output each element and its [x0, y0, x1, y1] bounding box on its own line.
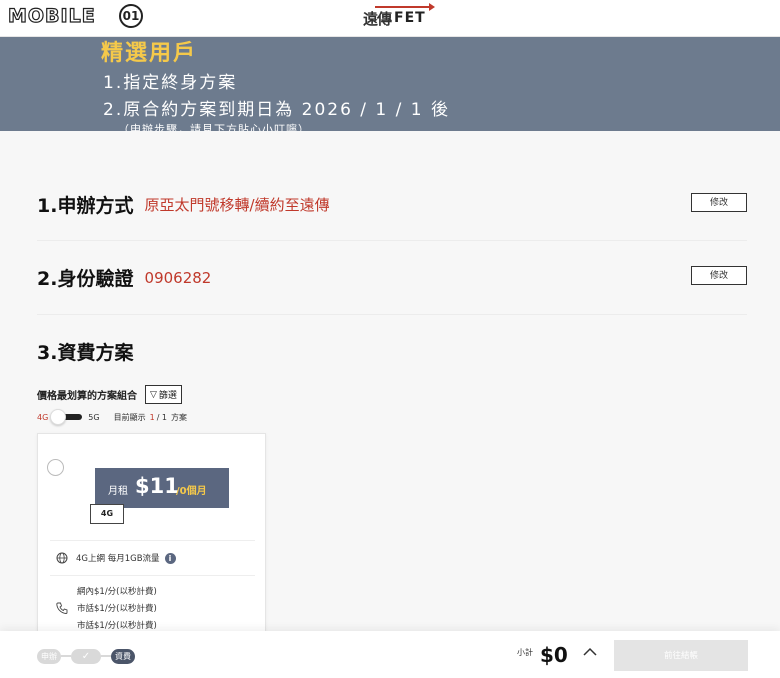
phone-icon	[56, 602, 68, 617]
step-2-value: 0906282	[144, 268, 212, 287]
filter-button-label: 篩選	[158, 389, 177, 400]
data-feature-text: 4G上網 每月1GB流量	[76, 554, 160, 564]
banner-title: 精選用戶	[101, 41, 198, 66]
toggle-4g-label: 4G	[37, 412, 49, 422]
progress-step-apply: 申辦	[37, 648, 61, 664]
network-tag: 4G	[90, 504, 124, 524]
price-period: /0個月	[176, 486, 207, 497]
toggle-knob[interactable]	[50, 409, 67, 425]
progress-step-plan: 資費	[111, 648, 135, 664]
check-icon: ✓	[71, 648, 101, 664]
step-1-title: 1.申辦方式	[37, 195, 134, 217]
step-3-title: 3.資費方案	[37, 342, 134, 364]
network-toggle-row: 4G 5G 目前顯示 1 / 1 方案	[37, 409, 188, 425]
filter-button[interactable]: ▽ 篩選	[145, 384, 182, 404]
plan-select-radio[interactable]	[47, 459, 64, 476]
funnel-icon: ▽	[150, 388, 157, 399]
result-count-current: 1	[149, 412, 155, 422]
card-divider	[50, 540, 255, 541]
price-box: 月租 $11 /0個月	[95, 468, 229, 508]
edit-identity-button[interactable]: 修改	[691, 266, 747, 285]
call-rate-3: 市話$1/分(以秒計費)	[77, 621, 157, 631]
divider	[37, 314, 747, 315]
info-icon[interactable]: i	[164, 552, 176, 564]
promo-banner: 精選用戶 1.指定終身方案 2.原合約方案到期日為 2026 / 1 / 1 後…	[0, 37, 780, 131]
subtotal-label: 小計	[517, 648, 533, 657]
progress-line	[101, 655, 111, 657]
filter-row: 價格最划算的方案組合 ▽ 篩選	[37, 383, 182, 405]
top-bar: MOBILE 01 遠傳 FET	[0, 0, 780, 37]
toggle-5g-label: 5G	[88, 412, 100, 422]
network-toggle[interactable]	[50, 409, 83, 425]
card-divider	[50, 575, 255, 576]
result-count-prefix: 目前顯示	[113, 412, 146, 422]
brand-name-en: FET	[394, 10, 426, 26]
call-rate-2: 市話$1/分(以秒計費)	[77, 604, 157, 614]
mobile01-logo[interactable]: MOBILE	[7, 4, 96, 27]
step-1-value: 原亞太門號移轉/續約至遠傳	[144, 196, 330, 214]
banner-condition-1: 1.指定終身方案	[103, 73, 238, 93]
mobile01-logo-mark-icon: 01	[119, 4, 143, 28]
result-count-suffix: 方案	[171, 412, 188, 422]
progress-line	[61, 655, 71, 657]
chevron-up-icon[interactable]	[583, 645, 597, 661]
step-identity: 2.身份驗證 0906282 修改	[37, 264, 747, 291]
subtotal-value: $0	[540, 643, 568, 667]
divider	[37, 240, 747, 241]
brand-arrow-icon	[375, 3, 435, 11]
price-label: 月租	[108, 486, 128, 497]
filter-label: 價格最划算的方案組合	[37, 390, 137, 402]
step-2-title: 2.身份驗證	[37, 268, 134, 290]
fet-brand-logo[interactable]: 遠傳 FET	[363, 3, 435, 30]
banner-note: （申辦步驟，請見下方貼心小叮嚀）	[118, 123, 310, 131]
data-feature: 4G上網 每月1GB流量 i	[56, 552, 176, 564]
price-value: $11	[135, 474, 179, 498]
globe-icon	[56, 552, 68, 564]
result-count-total: / 1	[156, 412, 168, 422]
checkout-button[interactable]: 前往結帳	[614, 640, 748, 671]
banner-condition-2: 2.原合約方案到期日為 2026 / 1 / 1 後	[103, 100, 450, 120]
edit-apply-method-button[interactable]: 修改	[691, 193, 747, 212]
progress-steps: 申辦 ✓ 資費	[37, 648, 135, 664]
step-apply-method: 1.申辦方式 原亞太門號移轉/續約至遠傳 修改	[37, 191, 747, 218]
plan-card[interactable]: 月租 $11 /0個月 4G 4G上網 每月1GB流量 i 網內$1/分(以秒計…	[37, 433, 266, 633]
step-plan: 3.資費方案	[37, 338, 747, 365]
checkout-bar: 申辦 ✓ 資費 小計 $0 前往結帳	[0, 631, 780, 678]
call-rate-1: 網內$1/分(以秒計費)	[77, 587, 157, 597]
